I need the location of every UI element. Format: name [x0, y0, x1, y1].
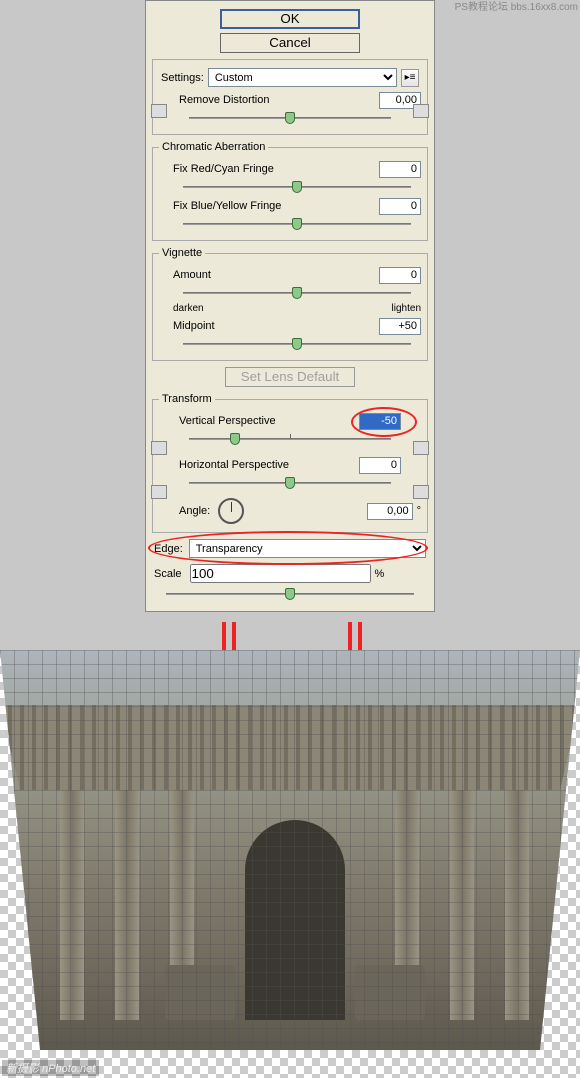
fix-red-cyan-label: Fix Red/Cyan Fringe: [173, 163, 274, 175]
vignette-amount-label: Amount: [173, 269, 211, 281]
preview-grid: [0, 650, 580, 1050]
settings-dropdown[interactable]: Custom: [208, 68, 397, 87]
vignette-legend: Vignette: [159, 247, 205, 259]
angle-input[interactable]: [367, 503, 413, 520]
vignette-amount-input[interactable]: [379, 267, 421, 284]
angle-label: Angle:: [179, 505, 210, 517]
hpersp-right-icon: [413, 485, 429, 499]
settings-group: Settings: Custom ▸≡ Remove Distortion: [152, 59, 428, 135]
vertical-perspective-label: Vertical Perspective: [179, 415, 276, 427]
scale-slider[interactable]: [156, 587, 424, 601]
fix-red-cyan-slider[interactable]: [173, 180, 421, 194]
vignette-midpoint-slider[interactable]: [173, 337, 421, 351]
fix-blue-yellow-input[interactable]: [379, 198, 421, 215]
angle-dial[interactable]: [218, 498, 244, 524]
vignette-darken-label: darken: [173, 303, 204, 314]
scale-unit: %: [375, 568, 385, 580]
scale-label: Scale: [154, 568, 182, 580]
vignette-midpoint-input[interactable]: [379, 318, 421, 335]
vignette-lighten-label: lighten: [392, 303, 421, 314]
transform-legend: Transform: [159, 393, 215, 405]
horizontal-perspective-input[interactable]: [359, 457, 401, 474]
transform-group: Transform Vertical Perspective Horizonta…: [152, 393, 428, 533]
edge-dropdown[interactable]: Transparency: [189, 539, 426, 558]
chromatic-aberration-group: Chromatic Aberration Fix Red/Cyan Fringe…: [152, 141, 428, 241]
angle-unit: °: [417, 505, 421, 517]
set-lens-default-button: Set Lens Default: [225, 367, 355, 387]
remove-distortion-right-icon: [413, 104, 429, 118]
remove-distortion-left-icon: [151, 104, 167, 118]
lens-correction-dialog: OK Cancel Settings: Custom ▸≡ Remove Dis…: [145, 0, 435, 612]
remove-distortion-label: Remove Distortion: [179, 94, 269, 106]
settings-label: Settings:: [161, 72, 204, 84]
preview-area: 新摄影 nPhoto.net: [0, 650, 580, 1078]
ok-button[interactable]: OK: [220, 9, 360, 29]
fix-blue-yellow-slider[interactable]: [173, 217, 421, 231]
vignette-midpoint-label: Midpoint: [173, 320, 215, 332]
vignette-group: Vignette Amount darken lighten Midpoint: [152, 247, 428, 361]
settings-menu-icon[interactable]: ▸≡: [401, 69, 419, 87]
vpersp-left-icon: [151, 441, 167, 455]
cancel-button[interactable]: Cancel: [220, 33, 360, 53]
chromatic-legend: Chromatic Aberration: [159, 141, 268, 153]
scale-input[interactable]: [190, 564, 371, 583]
vignette-amount-slider[interactable]: [173, 286, 421, 300]
watermark-bottom-left: 新摄影 nPhoto.net: [2, 1060, 99, 1076]
fix-blue-yellow-label: Fix Blue/Yellow Fringe: [173, 200, 281, 212]
vpersp-right-icon: [413, 441, 429, 455]
hpersp-left-icon: [151, 485, 167, 499]
watermark-top-right: PS教程论坛 bbs.16xx8.com: [455, 2, 578, 13]
fix-red-cyan-input[interactable]: [379, 161, 421, 178]
remove-distortion-slider[interactable]: [179, 111, 401, 125]
horizontal-perspective-slider[interactable]: [179, 476, 401, 490]
vertical-perspective-slider[interactable]: [179, 432, 401, 446]
vertical-perspective-input[interactable]: [359, 413, 401, 430]
edge-label: Edge:: [154, 543, 183, 555]
horizontal-perspective-label: Horizontal Perspective: [179, 459, 289, 471]
